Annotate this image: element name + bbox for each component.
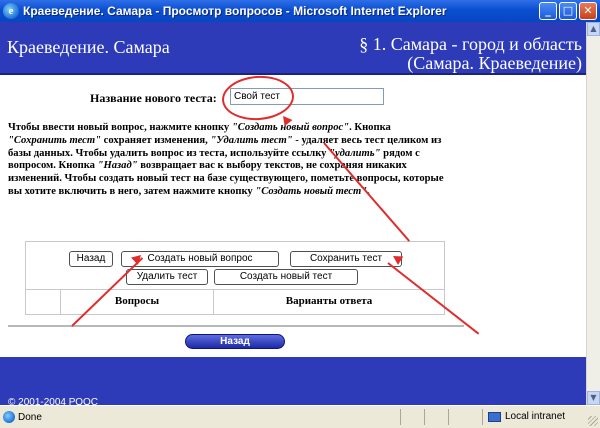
- status-label: Done: [18, 411, 42, 423]
- instruction-text: сохраняет изменения,: [101, 134, 211, 146]
- site-name: Краеведение. Самара: [7, 37, 170, 57]
- instruction-term: "Назад": [97, 160, 138, 172]
- maximize-icon[interactable]: □: [559, 2, 577, 20]
- section-title: § 1. Самара - город и область (Самара. К…: [359, 35, 582, 73]
- status-separator: [448, 409, 449, 425]
- test-name-row: Название нового теста:: [0, 88, 586, 108]
- status-separator: [400, 409, 401, 425]
- test-name-input[interactable]: [230, 88, 384, 105]
- section-title-line1: § 1. Самара - город и область: [359, 34, 582, 54]
- resize-grip-icon[interactable]: [588, 416, 598, 426]
- question-panel: Назад Создать новый вопрос Сохранить тес…: [25, 241, 445, 315]
- instruction-text: Чтобы ввести новый вопрос, нажмите кнопк…: [8, 122, 232, 133]
- page-header: Краеведение. Самара § 1. Самара - город …: [0, 22, 586, 75]
- status-text: Done: [3, 411, 42, 423]
- instruction-term: "Создать новый тест": [255, 185, 368, 197]
- create-test-button[interactable]: Создать новый тест: [214, 269, 358, 285]
- status-separator: [424, 409, 425, 425]
- save-test-button[interactable]: Сохранить тест: [290, 251, 402, 267]
- scroll-down-icon[interactable]: ▼: [587, 391, 600, 405]
- test-name-label: Название нового теста:: [90, 91, 217, 105]
- instruction-term: "Сохранить тест": [8, 134, 101, 146]
- section-title-line2: (Самара. Краеведение): [407, 53, 582, 73]
- scroll-up-icon[interactable]: ▲: [587, 22, 600, 36]
- window-controls: _ □ ✕: [539, 2, 597, 20]
- instructions-text: Чтобы ввести новый вопрос, нажмите кнопк…: [8, 122, 448, 199]
- delete-test-button[interactable]: Удалить тест: [126, 269, 208, 285]
- status-bar: Done Local intranet: [0, 405, 600, 428]
- window-titlebar[interactable]: e Краеведение. Самара - Просмотр вопросо…: [0, 0, 600, 22]
- content-divider: [8, 325, 464, 327]
- intranet-icon: [488, 411, 501, 422]
- vertical-scrollbar[interactable]: ▲ ▼: [586, 22, 600, 405]
- table-header-select: [26, 290, 61, 315]
- zone-label: Local intranet: [505, 411, 566, 422]
- close-icon[interactable]: ✕: [579, 2, 597, 20]
- page-footer: © 2001-2004 РООС: [0, 357, 586, 405]
- ie-logo-icon: e: [3, 3, 19, 19]
- page-status-icon: [3, 411, 15, 423]
- back-button[interactable]: Назад: [69, 251, 113, 267]
- back-main-button[interactable]: Назад: [185, 334, 285, 349]
- create-question-button[interactable]: Создать новый вопрос: [121, 251, 279, 267]
- security-zone: Local intranet: [488, 411, 565, 422]
- instruction-term: "Создать новый вопрос": [231, 122, 350, 133]
- window-title: Краеведение. Самара - Просмотр вопросов …: [23, 4, 447, 18]
- status-separator: [482, 409, 483, 425]
- browser-viewport: Краеведение. Самара § 1. Самара - город …: [0, 22, 586, 405]
- copyright-link[interactable]: © 2001-2004 РООС: [8, 397, 98, 405]
- instruction-text: . Кнопка: [349, 122, 391, 133]
- instruction-term: "Удалить тест": [210, 134, 293, 146]
- minimize-icon[interactable]: _: [539, 2, 557, 20]
- table-header-answers: Варианты ответа: [285, 295, 373, 307]
